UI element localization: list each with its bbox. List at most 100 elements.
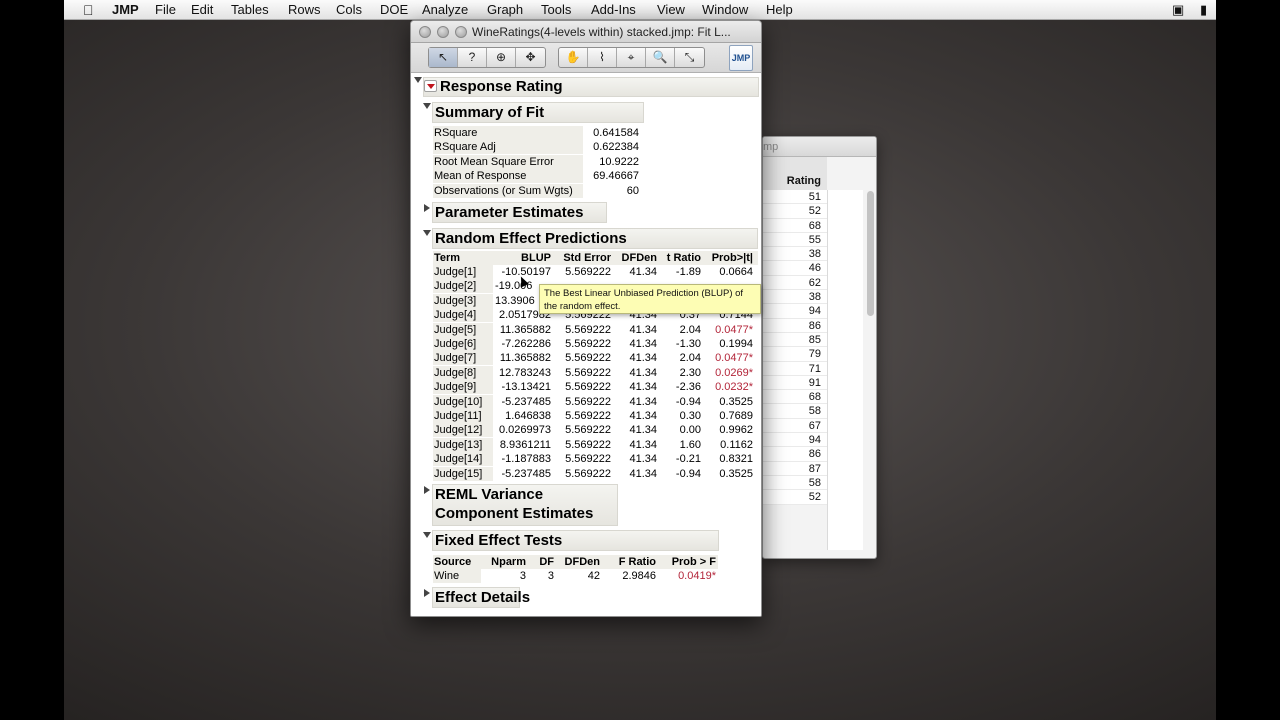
summary-value: 0.641584 (593, 127, 639, 139)
table-row: Judge[6] -7.262286 5.569222 41.34 -1.30 0.199… (433, 337, 758, 351)
table-row: Judge[15] -5.237485 5.569222 41.34 -0.94 0.35… (433, 466, 758, 481)
column-header-rating[interactable]: Rating (763, 157, 827, 191)
data-cell-rating[interactable]: 58 (763, 404, 827, 419)
disclosure-down-icon[interactable] (423, 103, 431, 109)
disclosure-down-icon[interactable] (414, 77, 422, 83)
move-tool-icon[interactable]: ✥ (516, 48, 545, 67)
column-header[interactable]: DFDen (554, 555, 600, 569)
screen-record-icon[interactable]: ▣ (1172, 2, 1184, 18)
menu-view[interactable]: View (657, 2, 685, 17)
column-header[interactable]: BLUP (493, 251, 551, 265)
menu-help[interactable]: Help (766, 2, 793, 17)
menu-graph[interactable]: Graph (487, 2, 523, 17)
help-tool-icon[interactable]: ? (458, 48, 487, 67)
outline-effect-details[interactable]: Effect Details (432, 587, 530, 608)
data-cell-rating[interactable]: 46 (763, 261, 827, 276)
data-cell-rating[interactable]: 87 (763, 461, 827, 476)
menu-app[interactable]: JMP (112, 2, 139, 17)
data-cell-rating[interactable]: 51 (763, 190, 827, 205)
menu-addins[interactable]: Add-Ins (591, 2, 636, 17)
eject-icon[interactable]: ▮ (1200, 2, 1207, 18)
disclosure-down-icon[interactable] (423, 532, 431, 538)
summary-row: Root Mean Square Error 10.9222 (433, 154, 643, 169)
magnifier-tool-icon[interactable]: 🔍 (646, 48, 675, 67)
lasso-tool-icon[interactable]: ⌖ (617, 48, 646, 67)
menu-doe[interactable]: DOE (380, 2, 408, 17)
cell-term: Judge[1] (433, 265, 493, 279)
data-cell-rating[interactable]: 68 (763, 218, 827, 233)
hand-tool-icon[interactable]: ✋ (559, 48, 588, 67)
menu-cols[interactable]: Cols (336, 2, 362, 17)
outline-parameter-estimates[interactable]: Parameter Estimates (432, 202, 607, 223)
scaler-tool-icon[interactable]: ⤡ (675, 48, 704, 67)
cell-nparm: 3 (519, 570, 526, 582)
outline-fixed-effect-tests[interactable]: Fixed Effect Tests (432, 530, 719, 551)
scroll-thumb[interactable] (867, 191, 874, 316)
data-cell-rating[interactable]: 52 (763, 204, 827, 219)
data-cell-rating[interactable]: 86 (763, 447, 827, 462)
menu-tables[interactable]: Tables (231, 2, 269, 17)
apple-menu-icon[interactable]:  (83, 2, 94, 18)
cell-df: 41.34 (629, 438, 657, 451)
data-cell-rating[interactable]: 58 (763, 475, 827, 491)
data-cell-rating[interactable]: 79 (763, 347, 827, 362)
cell-df: 41.34 (629, 352, 657, 365)
column-header[interactable]: DF (526, 555, 554, 569)
red-triangle-menu-icon[interactable] (424, 80, 437, 92)
data-cell-rating[interactable]: 55 (763, 232, 827, 248)
cell-df: 41.34 (629, 467, 657, 480)
outline-summary-of-fit[interactable]: Summary of Fit (432, 102, 644, 123)
column-header[interactable]: Term (433, 251, 493, 265)
column-header[interactable]: DFDen (611, 251, 657, 265)
data-cell-rating[interactable]: 52 (763, 490, 827, 505)
vertical-scrollbar[interactable] (867, 191, 874, 551)
summary-value: 60 (626, 184, 639, 197)
menu-tools[interactable]: Tools (541, 2, 571, 17)
column-header[interactable]: Std Error (551, 251, 611, 265)
arrow-tool-icon[interactable]: ↖ (429, 48, 458, 67)
brush-tool-icon[interactable]: ⌇ (588, 48, 617, 67)
fit-report-window[interactable]: WineRatings(4-levels within) stacked.jmp… (410, 20, 762, 617)
column-header[interactable]: Prob > F (656, 555, 716, 569)
jmp-home-icon[interactable]: JMP (729, 45, 753, 71)
outline-reml-variance[interactable]: REML Variance Component Estimates (432, 484, 618, 526)
data-cell-rating[interactable]: 38 (763, 290, 827, 305)
column-header[interactable]: t Ratio (657, 251, 701, 265)
menu-file[interactable]: File (155, 2, 176, 17)
data-cell-rating[interactable]: 94 (763, 304, 827, 319)
menu-edit[interactable]: Edit (191, 2, 213, 17)
data-cell-rating[interactable]: 68 (763, 390, 827, 405)
data-cell-rating[interactable]: 71 (763, 361, 827, 376)
disclosure-right-icon[interactable] (424, 204, 430, 212)
column-header[interactable]: Source (433, 555, 481, 569)
crosshair-tool-icon[interactable]: ⊕ (487, 48, 516, 67)
menu-analyze[interactable]: Analyze (422, 2, 468, 17)
zoom-button[interactable] (455, 26, 467, 38)
close-button[interactable] (419, 26, 431, 38)
column-header[interactable]: Nparm (481, 555, 526, 569)
cell-f: 2.9846 (622, 570, 656, 582)
data-cell-rating[interactable]: 91 (763, 375, 827, 391)
data-table-window[interactable]: mp Rating 51 52 68 55 38 46 62 38 94 86 85 79 71 91 68… (762, 136, 877, 559)
data-cell-rating[interactable]: 62 (763, 275, 827, 291)
disclosure-right-icon[interactable] (424, 589, 430, 597)
cell-df: 41.34 (629, 410, 657, 422)
data-cell-rating[interactable]: 38 (763, 247, 827, 262)
outline-random-effect-predictions[interactable]: Random Effect Predictions (432, 228, 758, 249)
outline-response-rating[interactable]: Response Rating (423, 77, 759, 97)
menu-rows[interactable]: Rows (288, 2, 321, 17)
menu-window[interactable]: Window (702, 2, 748, 17)
disclosure-down-icon[interactable] (423, 230, 431, 236)
data-cell-rating[interactable]: 94 (763, 433, 827, 448)
data-cell-rating[interactable]: 85 (763, 332, 827, 348)
summary-value: 10.9222 (599, 155, 639, 168)
data-window-titlebar[interactable]: mp (763, 137, 876, 157)
data-cell-rating[interactable]: 67 (763, 418, 827, 434)
disclosure-right-icon[interactable] (424, 486, 430, 494)
column-header[interactable]: F Ratio (600, 555, 656, 569)
minimize-button[interactable] (437, 26, 449, 38)
data-cell-rating[interactable]: 86 (763, 318, 827, 333)
report-titlebar[interactable]: WineRatings(4-levels within) stacked.jmp… (411, 21, 761, 43)
cell-t: 2.04 (679, 323, 701, 336)
column-header[interactable]: Prob>|t| (701, 251, 753, 265)
